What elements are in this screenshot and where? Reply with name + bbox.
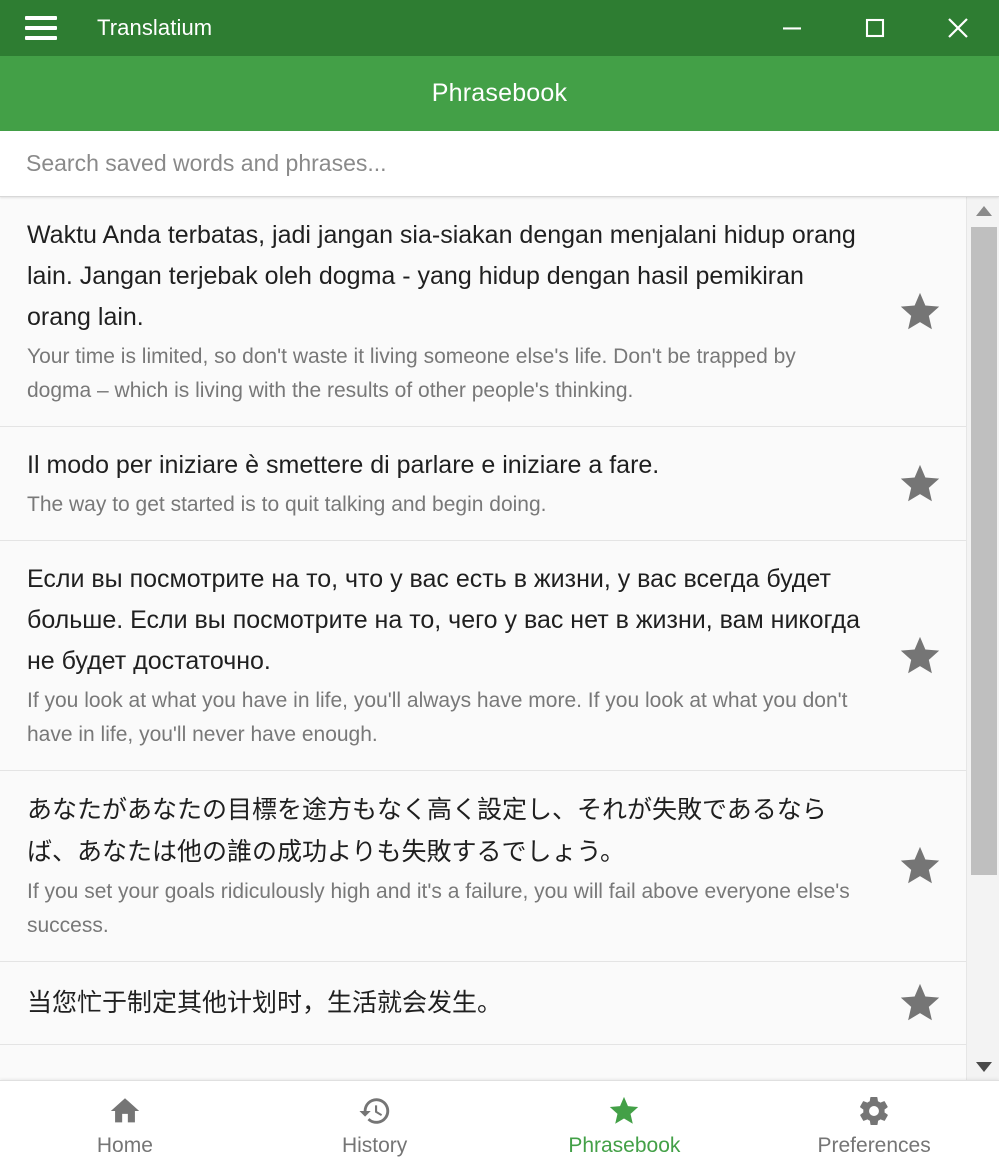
star-icon xyxy=(900,636,940,673)
home-icon-wrap xyxy=(108,1093,142,1129)
phrasebook-item-text: Waktu Anda terbatas, jadi jangan sia-sia… xyxy=(0,215,874,408)
gear-icon xyxy=(860,1096,888,1126)
hamburger-bar xyxy=(25,26,57,30)
phrasebook-item-translation-text: Your time is limited, so don't waste it … xyxy=(27,345,796,402)
phrasebook-item-translation-text: The way to get started is to quit talkin… xyxy=(27,493,547,516)
favorite-star-button[interactable] xyxy=(874,633,966,679)
favorite-star-button[interactable] xyxy=(874,461,966,507)
phrasebook-item[interactable]: あなたがあなたの目標を途方もなく高く設定し、それが失敗であるならば、あなたは他の… xyxy=(0,771,966,962)
star-icon xyxy=(610,1096,639,1124)
favorite-star-button[interactable] xyxy=(874,289,966,335)
page-title: Phrasebook xyxy=(431,79,568,107)
nav-item-label: Phrasebook xyxy=(568,1134,681,1157)
minimize-button[interactable] xyxy=(750,0,833,56)
favorite-star-button[interactable] xyxy=(874,843,966,889)
gear-icon-wrap xyxy=(857,1093,891,1129)
phrasebook-item[interactable]: Если вы посмотрите на то, что у вас есть… xyxy=(0,541,966,771)
bottom-navigation: Home History Phrasebook Preferences xyxy=(0,1080,999,1170)
page-header: Phrasebook xyxy=(0,56,999,131)
phrasebook-item[interactable]: Waktu Anda terbatas, jadi jangan sia-sia… xyxy=(0,197,966,427)
hamburger-bar xyxy=(25,16,57,20)
star-icon xyxy=(900,292,940,329)
minimize-icon xyxy=(782,27,801,30)
search-bar xyxy=(0,131,999,197)
phrasebook-item-translation-text: If you look at what you have in life, yo… xyxy=(27,689,848,746)
app-window: Translatium Phrasebook Search saved word… xyxy=(0,0,999,1170)
scrollbar-thumb[interactable] xyxy=(971,227,997,875)
phrasebook-item-source-text: あなたがあなたの目標を途方もなく高く設定し、それが失敗であるならば、あなたは他の… xyxy=(27,795,827,866)
phrasebook-item-source-text: 当您忙于制定其他计划时，生活就会发生。 xyxy=(27,988,503,1017)
nav-item-label: Home xyxy=(96,1134,153,1157)
nav-item-phrasebook[interactable]: Phrasebook xyxy=(500,1081,750,1170)
nav-item-preferences[interactable]: Preferences xyxy=(749,1081,999,1170)
phrasebook-item[interactable]: Il modo per iniziare è smettere di parla… xyxy=(0,427,966,541)
phrasebook-item-translation-text: If you set your goals ridiculously high … xyxy=(27,880,850,937)
scroll-up-arrow[interactable] xyxy=(967,197,999,224)
phrasebook-item-text: Если вы посмотрите на то, что у вас есть… xyxy=(0,559,874,752)
phrasebook-list: Waktu Anda terbatas, jadi jangan sia-sia… xyxy=(0,197,966,1080)
nav-item-home[interactable]: Home xyxy=(0,1081,250,1170)
chevron-down-icon xyxy=(975,1061,992,1072)
phrasebook-item-source-text: Waktu Anda terbatas, jadi jangan sia-sia… xyxy=(27,221,856,331)
app-title: Translatium xyxy=(97,15,213,40)
list-scrollbar[interactable] xyxy=(966,197,999,1080)
scroll-down-arrow[interactable] xyxy=(967,1053,999,1080)
chevron-up-icon xyxy=(975,205,992,216)
favorite-star-button[interactable] xyxy=(874,980,966,1026)
phrasebook-item-text: Il modo per iniziare è smettere di parla… xyxy=(0,445,874,522)
star-icon xyxy=(900,464,940,501)
maximize-icon xyxy=(865,18,884,38)
maximize-button[interactable] xyxy=(833,0,916,56)
phrasebook-list-container: Waktu Anda terbatas, jadi jangan sia-sia… xyxy=(0,197,999,1080)
hamburger-bar xyxy=(25,36,57,40)
window-controls xyxy=(750,0,999,56)
nav-item-history[interactable]: History xyxy=(250,1081,500,1170)
title-bar: Translatium xyxy=(0,0,999,56)
phrasebook-item[interactable]: 当您忙于制定其他计划时，生活就会发生。 xyxy=(0,962,966,1045)
history-icon xyxy=(359,1098,389,1124)
nav-item-label: Preferences xyxy=(817,1134,931,1157)
phrasebook-item-text: 当您忙于制定其他计划时，生活就会发生。 xyxy=(0,982,874,1024)
phrasebook-item-source-text: Il modo per iniziare è smettere di parla… xyxy=(27,451,660,479)
close-button[interactable] xyxy=(916,0,999,56)
search-input[interactable] xyxy=(26,150,973,177)
phrasebook-item-source-text: Если вы посмотрите на то, что у вас есть… xyxy=(27,565,861,675)
star-icon xyxy=(900,846,940,884)
home-icon xyxy=(110,1098,140,1123)
phrasebook-item-text: あなたがあなたの目標を途方もなく高く設定し、それが失敗であるならば、あなたは他の… xyxy=(0,789,874,943)
star-icon-wrap xyxy=(607,1093,641,1129)
history-icon-wrap xyxy=(358,1093,392,1129)
hamburger-menu-icon[interactable] xyxy=(18,8,64,48)
nav-item-label: History xyxy=(341,1134,408,1157)
close-icon xyxy=(947,18,968,38)
star-icon xyxy=(900,983,940,1021)
